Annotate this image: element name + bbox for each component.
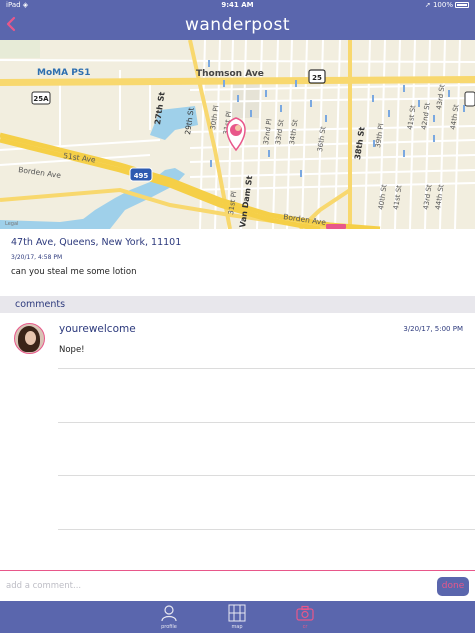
comment-time: 3/20/17, 5:00 PM <box>403 325 463 333</box>
comments-header: comments <box>0 296 475 313</box>
tab-profile[interactable]: profile <box>149 603 189 633</box>
route-shield-25a: 25A <box>33 95 49 103</box>
route-shield-25: 25 <box>312 74 322 82</box>
divider <box>58 422 475 423</box>
map-label-thomson: Thomson Ave <box>196 69 264 79</box>
battery-status: ➚ 100% <box>425 1 469 9</box>
map-view[interactable]: MoMA PS1 Thomson Ave 27th St 29th St 51s… <box>0 40 475 229</box>
person-icon <box>161 605 177 622</box>
comment-text: Nope! <box>59 345 85 355</box>
tab-camera-label: cr <box>302 624 308 630</box>
divider <box>58 368 475 369</box>
battery-icon <box>455 2 469 8</box>
post-message: can you steal me some lotion <box>11 267 137 277</box>
post-timestamp: 3/20/17, 4:58 PM <box>11 254 63 261</box>
status-bar: iPad ◈ 9:41 AM ➚ 100% <box>0 0 475 11</box>
battery-percent: ➚ 100% <box>424 1 453 9</box>
comment-username[interactable]: yourewelcome <box>59 323 136 335</box>
comment-input-bar: done <box>0 570 475 601</box>
map-label-moma: MoMA PS1 <box>37 68 91 78</box>
tab-map[interactable]: map <box>217 603 257 633</box>
comment-input[interactable] <box>0 571 420 601</box>
nav-bar: wanderpost <box>0 11 475 40</box>
comment-item: yourewelcome 3/20/17, 5:00 PM Nope! <box>0 313 475 373</box>
app-title: wanderpost <box>184 15 291 35</box>
map-legal-link[interactable]: Legal <box>5 221 18 227</box>
map-icon <box>228 604 246 622</box>
avatar[interactable] <box>14 323 45 354</box>
divider <box>58 475 475 476</box>
divider <box>58 529 475 530</box>
post-address: 47th Ave, Queens, New York, 11101 <box>11 237 182 248</box>
tab-profile-label: profile <box>161 624 177 630</box>
interstate-shield-495: 495 <box>134 172 149 180</box>
post-info: 47th Ave, Queens, New York, 11101 3/20/1… <box>0 229 475 295</box>
tab-map-label: map <box>231 624 243 630</box>
status-time: 9:41 AM <box>221 1 254 9</box>
camera-icon <box>296 605 314 621</box>
tab-camera[interactable]: cr <box>285 603 325 633</box>
tab-bar: profile map cr <box>0 601 475 633</box>
done-button[interactable]: done <box>437 577 469 596</box>
